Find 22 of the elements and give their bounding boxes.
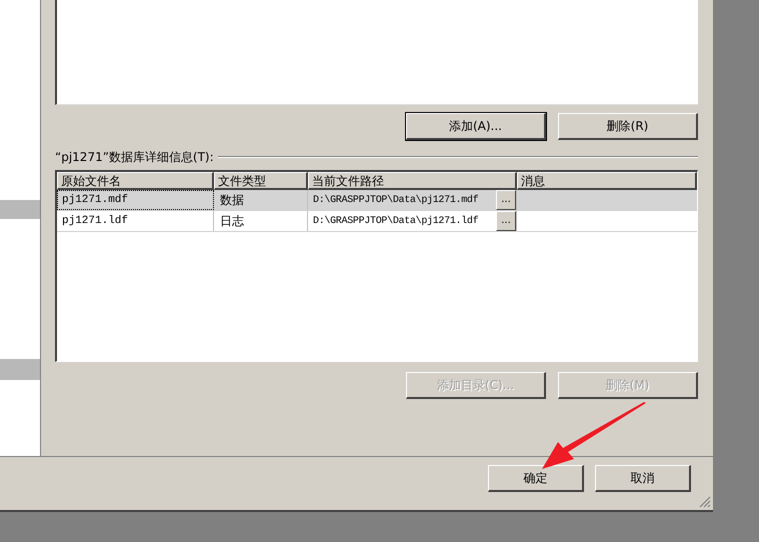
dialog-button[interactable]: 确定 [488,465,584,492]
column-header[interactable]: 消息 [517,172,697,190]
table-cell: 日志 [214,211,308,231]
table-cell: pj1271.ldf [57,211,214,231]
selection-bar [0,359,40,380]
table-row[interactable]: pj1271.ldf 日志 D:\GRASPPJTOP\Data\pj1271.ldf ... [57,211,697,232]
browse-button[interactable]: ... [496,211,516,231]
table-cell: pj1271.mdf [57,190,214,210]
section-label: “pj1271”数据库详细信息(T): [55,149,214,166]
table-cell-text: D:\GRASPPJTOP\Data\pj1271.mdf [312,194,480,208]
column-header[interactable]: 原始文件名 [57,172,214,190]
dialog-button[interactable]: 添加(A)... [406,113,546,140]
table-cell-text: D:\GRASPPJTOP\Data\pj1271.ldf [312,214,480,228]
column-header[interactable]: 当前文件路径 [308,172,517,190]
browse-button[interactable]: ... [496,190,516,210]
selection-bar [0,200,40,219]
column-header[interactable]: 文件类型 [214,172,308,190]
dialog-button[interactable]: 取消 [595,465,691,492]
table-cell: 数据 [214,190,308,210]
table-row[interactable]: pj1271.mdf 数据 D:\GRASPPJTOP\Data\pj1271.mdf ... [57,190,697,211]
dialog-button[interactable]: 删除(R) [558,113,698,140]
resize-grip-icon[interactable] [699,496,711,508]
